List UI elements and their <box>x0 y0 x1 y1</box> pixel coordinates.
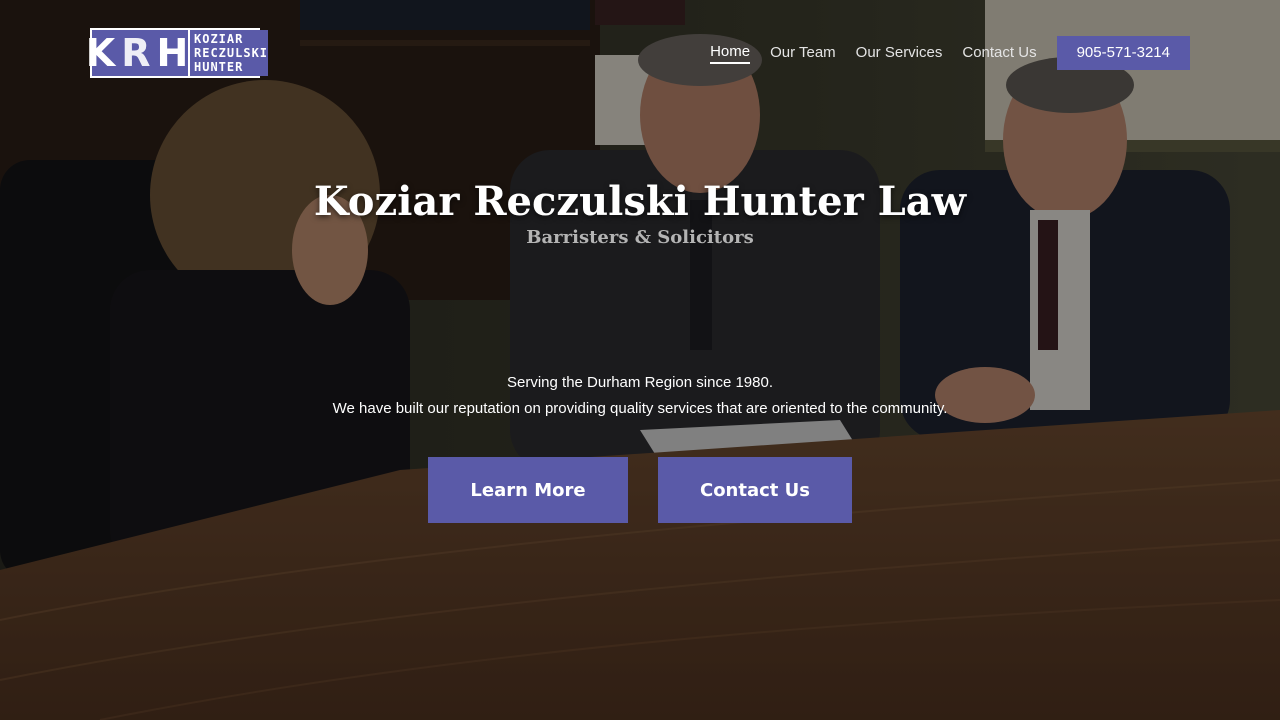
hero-description: Serving the Durham Region since 1980. We… <box>0 370 1280 422</box>
main-navigation: Home Our Team Our Services Contact Us 90… <box>710 36 1190 70</box>
logo-monogram: KRH <box>86 30 188 76</box>
logo-line-3: HUNTER <box>194 60 244 74</box>
learn-more-button[interactable]: Learn More <box>428 457 628 523</box>
nav-item-contact-us[interactable]: Contact Us <box>962 44 1036 63</box>
hero-description-line-2: We have built our reputation on providin… <box>332 400 948 417</box>
site-logo[interactable]: KRH KOZIAR RECZULSKI HUNTER <box>86 28 269 78</box>
logo-line-1: KOZIAR <box>194 32 244 46</box>
logo-wordmark: KOZIAR RECZULSKI HUNTER <box>188 30 269 76</box>
logo-letter-r: R <box>121 31 157 75</box>
logo-line-2: RECZULSKI <box>194 46 269 60</box>
contact-us-button[interactable]: Contact Us <box>658 457 852 523</box>
page-subtitle: Barristers & Solicitors <box>526 227 754 248</box>
nav-item-home[interactable]: Home <box>710 43 751 64</box>
hero-section: KRH KOZIAR RECZULSKI HUNTER Home Our Tea… <box>0 0 1280 720</box>
nav-item-our-team[interactable]: Our Team <box>770 44 836 63</box>
nav-item-our-services[interactable]: Our Services <box>856 44 943 63</box>
hero-description-line-1: Serving the Durham Region since 1980. <box>507 374 773 391</box>
logo-letter-k: K <box>85 31 122 75</box>
page-title: Koziar Reczulski Hunter Law <box>313 178 967 225</box>
phone-button[interactable]: 905-571-3214 <box>1056 36 1190 70</box>
hero-dark-overlay <box>0 0 1280 720</box>
